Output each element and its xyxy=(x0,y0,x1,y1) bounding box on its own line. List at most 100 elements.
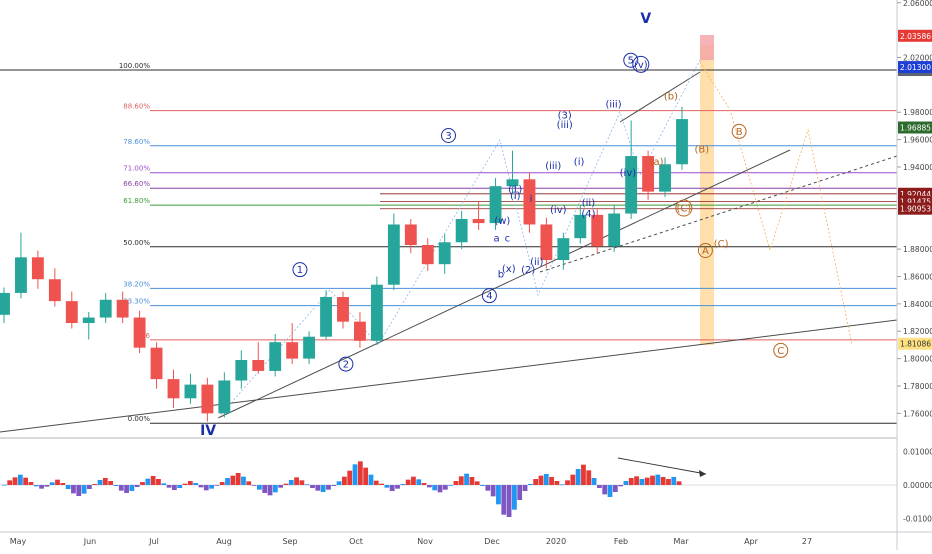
oscillator-bar-40 xyxy=(214,485,220,486)
time-tick-label-8: 2020 xyxy=(546,537,566,546)
oscillator-bar-25 xyxy=(134,485,140,487)
candle-body-32 xyxy=(540,224,553,261)
price-tick-label-8: 1.82000 xyxy=(903,327,932,336)
time-tick-label-1: Jun xyxy=(83,537,97,546)
time-tick-label-2: Jul xyxy=(148,537,159,546)
oscillator-bar-24 xyxy=(129,485,135,491)
oscillator-bar-29 xyxy=(156,479,161,485)
candle-body-3 xyxy=(48,279,61,302)
oscillator-bar-16 xyxy=(87,485,92,489)
wave-label-14: (iv) xyxy=(550,205,567,216)
oscillator-bar-72 xyxy=(384,485,390,488)
oscillator-bar-81 xyxy=(432,485,438,491)
oscillator-bar-49 xyxy=(262,485,268,493)
fib-label-10: 0.00% xyxy=(128,415,151,423)
candle-body-11 xyxy=(184,384,197,399)
chart-background xyxy=(0,0,932,550)
oscillator-bar-26 xyxy=(140,482,145,485)
candle-body-26 xyxy=(438,242,451,265)
price-chart-svg[interactable]: 100.00% 88.60% 78.60% 71.00% 66.60% 61.80% 50.… xyxy=(0,0,932,550)
oscillator-bar-97 xyxy=(517,485,523,500)
time-tick-label-5: Oct xyxy=(349,537,363,546)
fib-label-5: 61.80% xyxy=(123,197,150,205)
oscillator-bar-28 xyxy=(150,476,156,485)
oscillator-bar-74 xyxy=(395,485,400,489)
oscillator-bar-87 xyxy=(464,473,469,485)
oscillator-bar-93 xyxy=(496,485,501,505)
candle-body-39 xyxy=(659,164,671,192)
oscillator-bar-41 xyxy=(219,482,225,485)
oscillator-bar-1 xyxy=(7,480,13,485)
fib-label-2: 78.60% xyxy=(123,138,150,146)
oscillator-bar-123 xyxy=(655,474,661,485)
oscillator-bar-111 xyxy=(591,478,597,485)
oscillator-bar-46 xyxy=(246,481,252,485)
fib-label-1: 88.60% xyxy=(123,103,150,111)
oscillator-bar-125 xyxy=(666,479,671,485)
wave-label-30: B xyxy=(736,127,743,138)
oscillator-bar-79 xyxy=(421,483,427,485)
price-tick-label-7: 1.84000 xyxy=(903,300,932,309)
oscillator-bar-19 xyxy=(102,478,108,485)
wave-label-24: 1 xyxy=(297,265,303,276)
oscillator-bar-117 xyxy=(623,481,629,485)
oscillator-bar-118 xyxy=(628,478,634,485)
oscillator-bar-22 xyxy=(118,485,124,491)
oscillator-bar-69 xyxy=(368,474,374,485)
candle-body-8 xyxy=(133,317,146,348)
oscillator-bar-113 xyxy=(602,485,608,495)
oscillator-bar-73 xyxy=(389,485,395,491)
wave-label-29: (B) xyxy=(694,145,709,156)
candle-body-27 xyxy=(455,219,468,243)
price-badge-label-7: 1.81086 xyxy=(900,340,931,349)
oscillator-bar-102 xyxy=(543,474,549,485)
time-tick-label-9: Feb xyxy=(614,537,628,546)
oscillator-bar-96 xyxy=(512,485,517,510)
fib-label-7: 38.20% xyxy=(123,280,150,288)
candle-body-7 xyxy=(116,299,129,318)
candle-body-37 xyxy=(625,156,638,214)
price-tick-label-6: 1.86000 xyxy=(903,272,932,281)
oscillator-bar-103 xyxy=(549,477,554,485)
oscillator-bar-8 xyxy=(44,485,50,487)
fib-label-0: 100.00% xyxy=(119,62,150,70)
candle-body-6 xyxy=(99,299,112,318)
candle-body-20 xyxy=(337,297,349,322)
wave-label-9: (iv) xyxy=(620,168,637,179)
time-tick-label-3: Aug xyxy=(216,537,232,546)
oscillator-bar-53 xyxy=(283,483,289,485)
oscillator-bar-9 xyxy=(49,482,55,485)
oscillator-bar-115 xyxy=(612,485,618,492)
candle-body-9 xyxy=(150,347,163,380)
oscillator-bar-84 xyxy=(448,485,454,486)
price-badge-label-2: 2.01300 xyxy=(900,63,931,72)
oscillator-bar-100 xyxy=(533,479,539,485)
candle-body-25 xyxy=(421,245,434,265)
oscillator-bar-14 xyxy=(76,485,82,496)
candle-body-40 xyxy=(676,119,688,165)
oscillator-bar-124 xyxy=(660,477,666,485)
osc-tick-label-0: 0.01000 xyxy=(903,448,932,457)
oscillator-bar-15 xyxy=(81,485,87,494)
oscillator-bar-122 xyxy=(650,475,655,485)
time-tick-label-11: Apr xyxy=(744,537,759,546)
oscillator-bar-92 xyxy=(490,485,496,497)
candle-body-4 xyxy=(65,301,78,324)
oscillator-bar-54 xyxy=(288,480,294,485)
wave-label-12: i xyxy=(530,194,533,205)
oscillator-bar-33 xyxy=(177,485,183,488)
oscillator-bar-94 xyxy=(501,485,507,515)
oscillator-bar-105 xyxy=(559,484,565,486)
oscillator-bar-63 xyxy=(336,481,342,485)
oscillator-bar-121 xyxy=(644,477,650,485)
chart-canvas[interactable]: 100.00% 88.60% 78.60% 71.00% 66.60% 61.80% 50.… xyxy=(0,0,932,550)
oscillator-bar-6 xyxy=(33,485,39,487)
oscillator-bar-56 xyxy=(299,480,305,485)
wave-label-3: 3 xyxy=(445,131,451,142)
price-tick-label-4: 1.94000 xyxy=(903,163,932,172)
time-tick-label-4: Sep xyxy=(282,537,297,546)
wave-label-31: (C) xyxy=(676,204,691,215)
fib-label-6: 50.00% xyxy=(123,239,150,247)
oscillator-bar-47 xyxy=(251,485,257,486)
oscillator-bar-44 xyxy=(235,473,241,485)
